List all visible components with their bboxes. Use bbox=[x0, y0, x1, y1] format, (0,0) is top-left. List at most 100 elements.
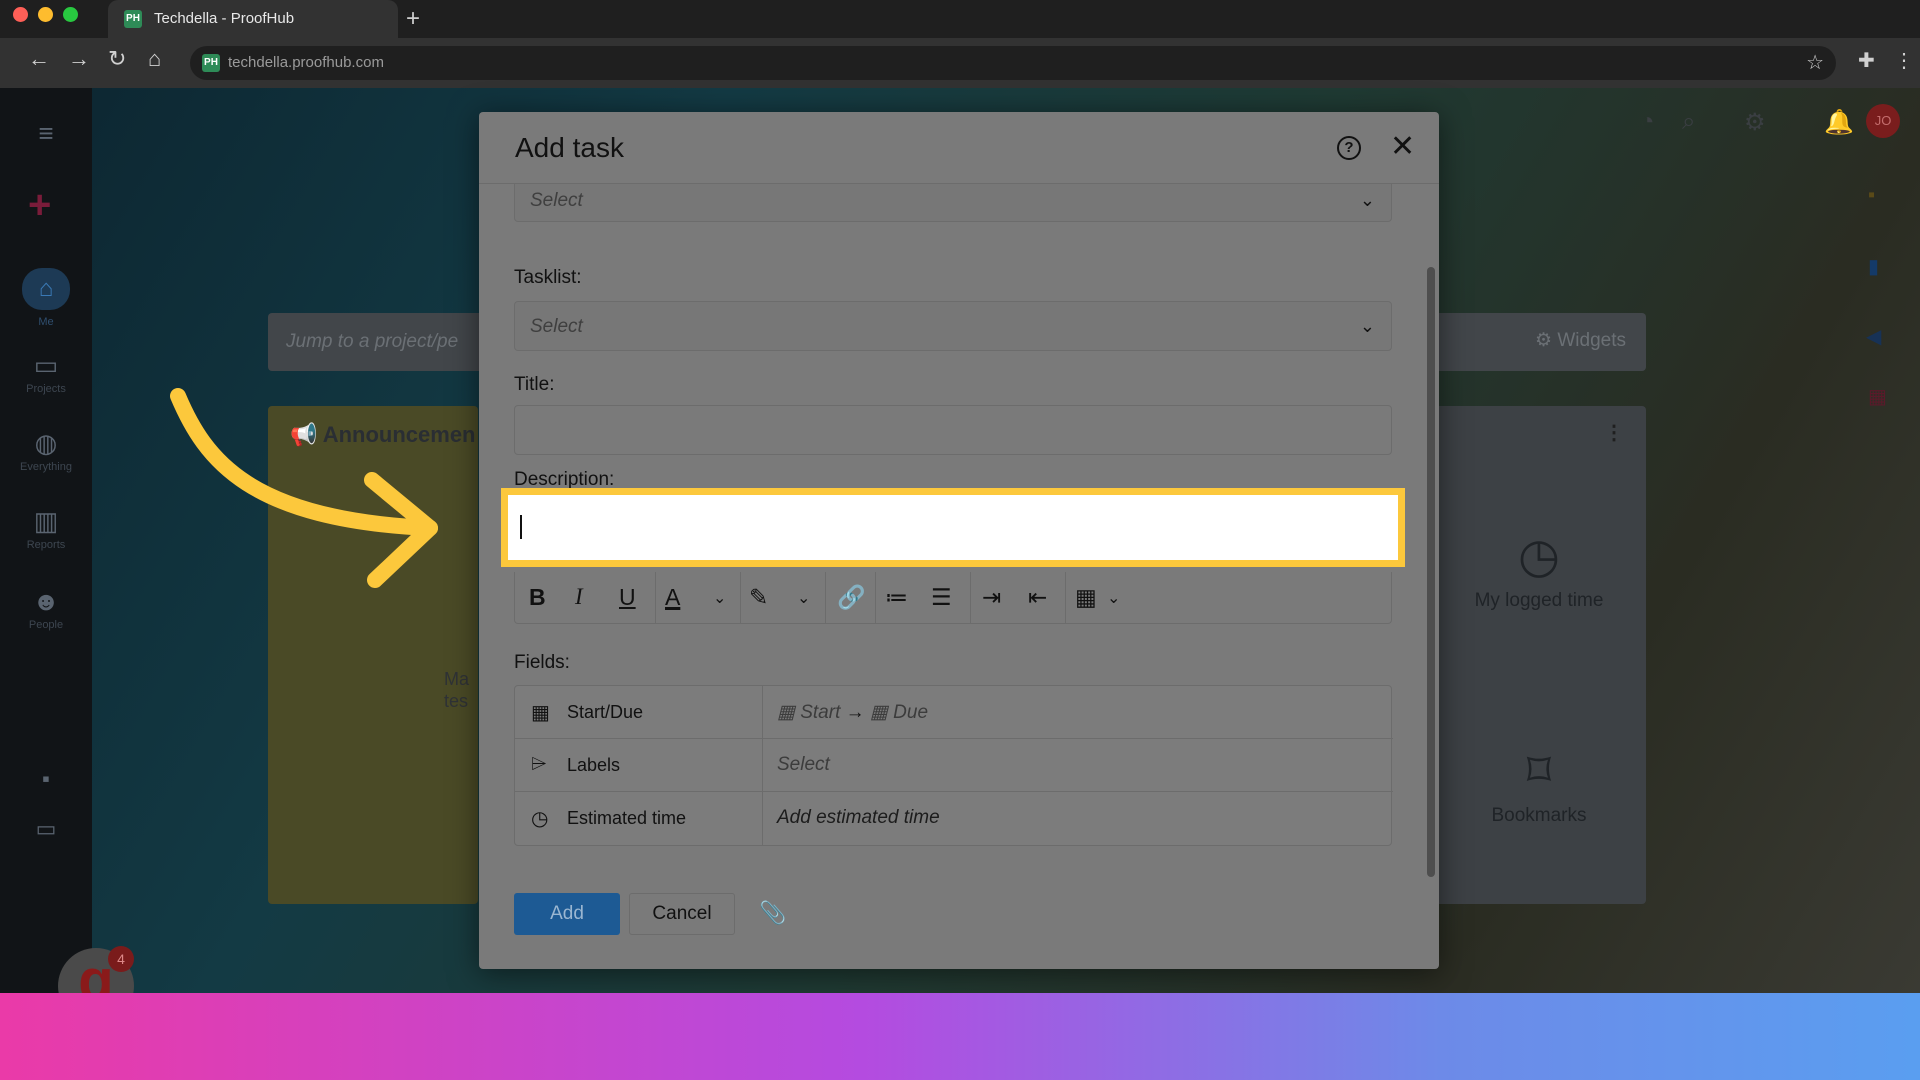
indent-icon[interactable]: ⇥ bbox=[982, 584, 1001, 611]
description-input[interactable] bbox=[508, 495, 1398, 560]
chat-nav-icon[interactable]: ▪ bbox=[0, 766, 92, 792]
help-icon[interactable]: ? bbox=[1337, 136, 1361, 160]
arrow-right-icon: → bbox=[845, 702, 865, 723]
back-icon[interactable]: ← bbox=[28, 46, 50, 72]
add-task-modal: Add task ? ✕ Select ⌄ Tasklist: Select ⌄… bbox=[479, 112, 1439, 969]
field-divider bbox=[762, 792, 763, 845]
reload-icon[interactable]: ↻ bbox=[108, 46, 126, 72]
projects-nav-icon[interactable]: ▭ Projects bbox=[0, 350, 92, 395]
cancel-button[interactable]: Cancel bbox=[629, 893, 735, 935]
fields-label: Fields: bbox=[514, 652, 570, 673]
toolbar-divider bbox=[655, 572, 656, 624]
ordered-list-icon[interactable]: ≔ bbox=[885, 584, 908, 611]
toolbar-divider bbox=[970, 572, 971, 624]
right-widget-card: ⋮ bbox=[1432, 406, 1646, 904]
underline-icon[interactable]: U bbox=[619, 584, 636, 611]
calendar-sidebar-icon[interactable]: ▦ bbox=[1868, 384, 1887, 409]
rail-label-me: Me bbox=[38, 316, 54, 328]
notes-sidebar-icon[interactable]: ▪ bbox=[1868, 184, 1875, 207]
search-icon[interactable]: ⌕ bbox=[1682, 108, 1695, 136]
title-label: Title: bbox=[514, 374, 555, 395]
reports-nav-icon[interactable]: ▥ Reports bbox=[0, 506, 92, 551]
settings-gear-icon[interactable]: ⚙ bbox=[1744, 108, 1766, 137]
home-icon[interactable]: ⌂ bbox=[148, 46, 161, 72]
close-window-button[interactable] bbox=[13, 7, 28, 22]
quick-add-icon[interactable]: + bbox=[28, 183, 51, 228]
announcement-sidebar-icon[interactable]: ◀ bbox=[1866, 324, 1881, 349]
keyboard-icon[interactable]: ▭ bbox=[0, 816, 92, 842]
url-text: techdella.proofhub.com bbox=[228, 54, 384, 71]
rail-label-reports: Reports bbox=[26, 539, 66, 551]
start-due-value[interactable]: ▦ Start → ▦ Due bbox=[777, 701, 928, 724]
extensions-icon[interactable]: ✚ bbox=[1858, 48, 1875, 73]
bookmarks-label: Bookmarks bbox=[1491, 805, 1587, 826]
bookmark-sidebar-icon[interactable]: ▮ bbox=[1868, 254, 1879, 279]
my-logged-time-tile[interactable]: ◷ My logged time bbox=[1432, 528, 1646, 612]
user-avatar[interactable]: JO bbox=[1866, 104, 1900, 138]
italic-icon[interactable]: I bbox=[575, 584, 583, 610]
site-favicon-icon: PH bbox=[202, 54, 220, 72]
chevron-down-icon[interactable]: ⌄ bbox=[797, 588, 810, 608]
chevron-down-icon: ⌄ bbox=[1359, 316, 1375, 336]
modal-scrollbar[interactable] bbox=[1427, 267, 1435, 877]
browser-menu-icon[interactable]: ⋮ bbox=[1894, 48, 1914, 73]
start-calendar-icon: ▦ bbox=[777, 702, 795, 723]
tab-title: Techdella - ProofHub bbox=[154, 10, 295, 27]
estimated-time-value[interactable]: Add estimated time bbox=[777, 807, 940, 829]
toolbar-divider bbox=[875, 572, 876, 624]
minimize-window-button[interactable] bbox=[38, 7, 53, 22]
browser-tab[interactable]: PH Techdella - ProofHub bbox=[108, 0, 398, 38]
labels-value[interactable]: Select bbox=[777, 754, 830, 776]
toolbar-divider bbox=[740, 572, 741, 624]
tasklist-label: Tasklist: bbox=[514, 267, 582, 288]
annotation-arrow-icon bbox=[170, 388, 438, 588]
due-placeholder: Due bbox=[893, 702, 929, 723]
bold-icon[interactable]: B bbox=[529, 584, 546, 611]
table-icon[interactable]: ▦ bbox=[1075, 584, 1097, 611]
notifications-bell-icon[interactable]: 🔔 bbox=[1824, 108, 1854, 137]
project-select[interactable]: Select ⌄ bbox=[514, 184, 1392, 222]
forward-icon[interactable]: → bbox=[68, 46, 90, 72]
my-logged-time-label: My logged time bbox=[1474, 590, 1604, 611]
notification-count-badge: 4 bbox=[108, 946, 134, 972]
chevron-down-icon[interactable]: ⌄ bbox=[1107, 588, 1120, 608]
people-nav-icon[interactable]: ☻ People bbox=[0, 586, 92, 631]
home-nav-icon[interactable]: ⌂ bbox=[22, 268, 70, 310]
tasklist-select[interactable]: Select ⌄ bbox=[514, 301, 1392, 351]
everything-nav-icon[interactable]: ◍ Everything bbox=[0, 428, 92, 473]
more-options-icon[interactable]: ⋮ bbox=[1604, 420, 1624, 445]
new-tab-button[interactable]: + bbox=[406, 5, 420, 33]
left-nav-rail: ≡ + ⌂ Me ▭ Projects ◍ Everything ▥ Reports … bbox=[0, 88, 92, 993]
text-caret bbox=[520, 515, 522, 539]
field-row-estimated-time[interactable]: ◷ Estimated time Add estimated time bbox=[515, 792, 1393, 845]
title-input[interactable] bbox=[514, 405, 1392, 455]
fields-table: ▦ Start/Due ▦ Start → ▦ Due ⌲ Labels Sel… bbox=[514, 685, 1393, 846]
field-row-labels[interactable]: ⌲ Labels Select bbox=[515, 739, 1393, 792]
maximize-window-button[interactable] bbox=[63, 7, 78, 22]
bullet-list-icon[interactable]: ☰ bbox=[931, 584, 952, 611]
widgets-button[interactable]: ⚙ Widgets bbox=[1535, 329, 1626, 352]
add-button[interactable]: Add bbox=[514, 893, 620, 935]
jump-placeholder: Jump to a project/pe bbox=[286, 331, 459, 352]
field-divider bbox=[762, 686, 763, 738]
chevron-down-icon[interactable]: ⌄ bbox=[713, 588, 726, 608]
text-color-icon[interactable]: A bbox=[665, 584, 680, 611]
bookmark-star-icon[interactable]: ☆ bbox=[1806, 50, 1824, 75]
attachment-paperclip-icon[interactable]: 📎 bbox=[759, 900, 786, 926]
modal-title: Add task bbox=[515, 132, 624, 163]
field-row-start-due[interactable]: ▦ Start/Due ▦ Start → ▦ Due bbox=[515, 686, 1393, 739]
outdent-icon[interactable]: ⇤ bbox=[1028, 584, 1047, 611]
hamburger-menu-icon[interactable]: ≡ bbox=[0, 118, 92, 149]
editor-toolbar: B I U A ⌄ ✎ ⌄ 🔗 ≔ ☰ ⇥ ⇤ ▦ ⌄ bbox=[514, 572, 1392, 624]
bookmarks-tile[interactable]: ⌑ Bookmarks bbox=[1432, 743, 1646, 827]
widgets-label: Widgets bbox=[1557, 330, 1626, 351]
toolbar-divider bbox=[1065, 572, 1066, 624]
close-icon[interactable]: ✕ bbox=[1390, 129, 1415, 164]
timer-icon[interactable]: ◔ bbox=[1640, 108, 1655, 136]
link-icon[interactable]: 🔗 bbox=[837, 584, 866, 611]
address-bar[interactable]: PH techdella.proofhub.com ☆ bbox=[190, 46, 1836, 80]
rail-label-people: People bbox=[28, 619, 64, 631]
announcement-line-1: Ma bbox=[444, 669, 470, 689]
highlight-color-icon[interactable]: ✎ bbox=[749, 584, 768, 611]
bookmark-tile-icon: ⌑ bbox=[1526, 745, 1552, 798]
